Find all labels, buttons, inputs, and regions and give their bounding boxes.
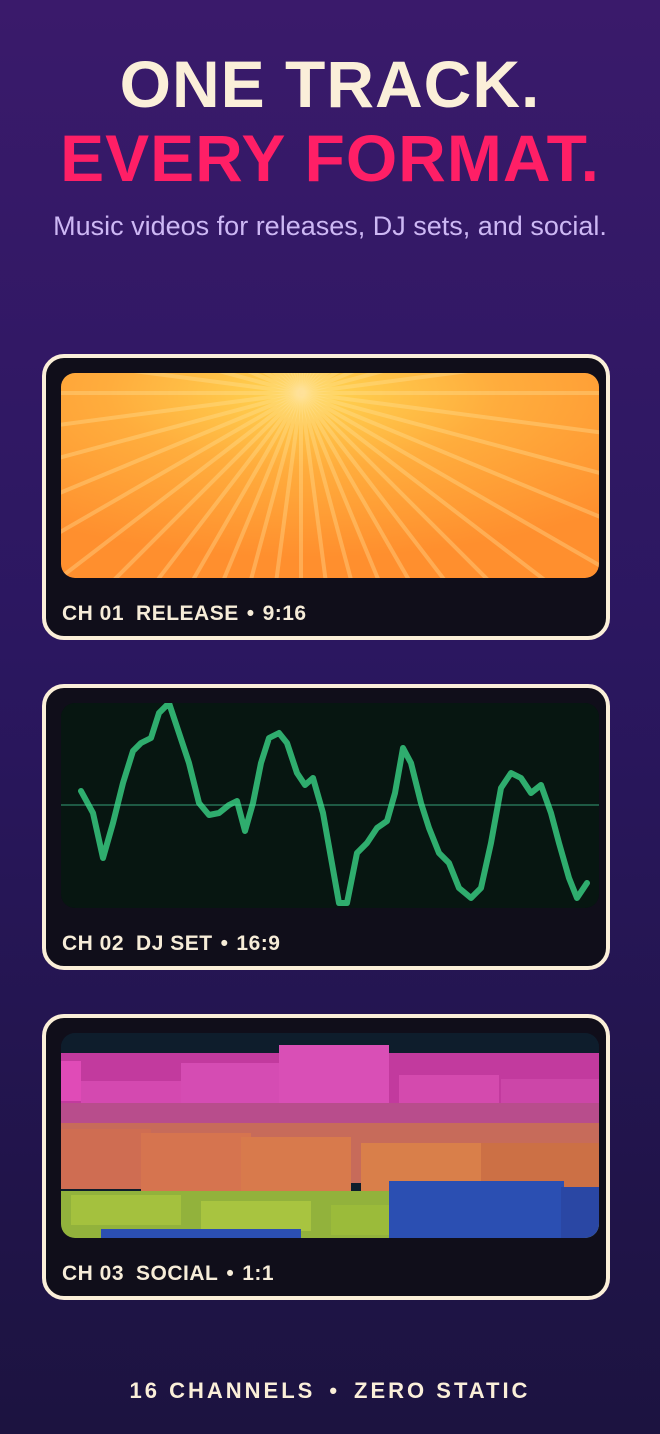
headline-line-2: EVERY FORMAT. bbox=[60, 121, 600, 195]
footer-bullet: • bbox=[329, 1378, 341, 1403]
footer-left: 16 CHANNELS bbox=[129, 1378, 316, 1403]
release-preview bbox=[61, 373, 599, 578]
channel-type: RELEASE bbox=[136, 602, 239, 625]
channel-card-release[interactable]: CH 01 RELEASE • 9:16 bbox=[42, 354, 610, 640]
bullet: • bbox=[220, 932, 229, 955]
card-caption: CH 03 SOCIAL • 1:1 bbox=[62, 1262, 274, 1286]
headline-line-1: ONE TRACK. bbox=[119, 47, 541, 121]
footer-right: ZERO STATIC bbox=[354, 1378, 531, 1403]
card-caption: CH 01 RELEASE • 9:16 bbox=[62, 602, 307, 626]
dj-set-preview bbox=[61, 703, 599, 908]
channel-number: CH 02 bbox=[62, 932, 125, 955]
aspect-ratio: 9:16 bbox=[262, 602, 307, 625]
channel-card-social[interactable]: CH 03 SOCIAL • 1:1 bbox=[42, 1014, 610, 1300]
social-preview bbox=[61, 1033, 599, 1238]
channel-type: DJ SET bbox=[136, 932, 213, 955]
subtitle: Music videos for releases, DJ sets, and … bbox=[53, 211, 607, 241]
channel-type: SOCIAL bbox=[136, 1262, 219, 1285]
channel-number: CH 03 bbox=[62, 1262, 125, 1285]
sunburst-visual bbox=[61, 373, 599, 578]
channel-number: CH 01 bbox=[62, 602, 125, 625]
blocks-visual bbox=[61, 1033, 599, 1238]
channel-card-dj-set[interactable]: CH 02 DJ SET • 16:9 bbox=[42, 684, 610, 970]
waveform-visual bbox=[61, 703, 599, 908]
bullet: • bbox=[226, 1262, 235, 1285]
aspect-ratio: 1:1 bbox=[242, 1262, 275, 1285]
card-caption: CH 02 DJ SET • 16:9 bbox=[62, 932, 280, 956]
bullet: • bbox=[246, 602, 255, 625]
aspect-ratio: 16:9 bbox=[236, 932, 281, 955]
footer-tagline: 16 CHANNELS • ZERO STATIC bbox=[0, 1378, 660, 1404]
